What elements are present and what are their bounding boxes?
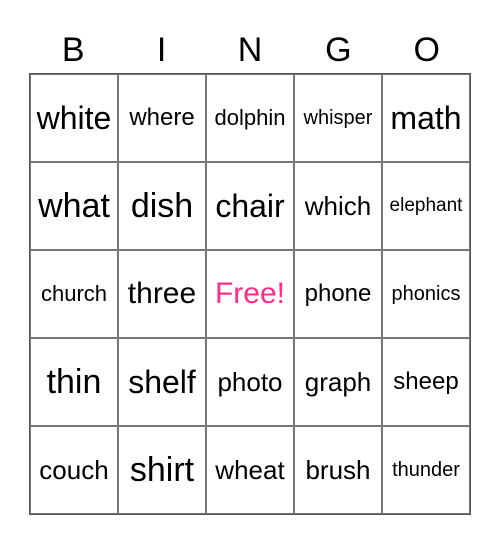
header-letter-n: N [237, 31, 263, 69]
bingo-cell[interactable]: wheat [206, 426, 294, 514]
bingo-cell[interactable]: whisper [294, 74, 382, 162]
bingo-cell[interactable]: thunder [382, 426, 470, 514]
bingo-cell[interactable]: phone [294, 250, 382, 338]
bingo-cell[interactable]: brush [294, 426, 382, 514]
bingo-cell[interactable]: chair [206, 162, 294, 250]
bingo-cell[interactable]: shirt [118, 426, 206, 514]
bingo-cell[interactable]: white [30, 74, 118, 162]
bingo-cell[interactable]: what [30, 162, 118, 250]
bingo-cell[interactable]: couch [30, 426, 118, 514]
bingo-cell[interactable]: photo [206, 338, 294, 426]
free-space-cell[interactable]: Free! [206, 250, 294, 338]
bingo-cell[interactable]: phonics [382, 250, 470, 338]
bingo-cell[interactable]: shelf [118, 338, 206, 426]
bingo-cell[interactable]: math [382, 74, 470, 162]
header-letter-b: B [61, 31, 85, 69]
header-letter-o: O [413, 31, 440, 69]
header-letter-g: G [325, 31, 352, 69]
bingo-cell[interactable]: graph [294, 338, 382, 426]
bingo-cell[interactable]: which [294, 162, 382, 250]
bingo-cell[interactable]: where [118, 74, 206, 162]
header-letter-i: I [156, 31, 167, 69]
bingo-cell[interactable]: sheep [382, 338, 470, 426]
bingo-cell[interactable]: elephant [382, 162, 470, 250]
bingo-header: B I N G O [29, 28, 471, 72]
bingo-cell[interactable]: thin [30, 338, 118, 426]
bingo-cell[interactable]: church [30, 250, 118, 338]
bingo-cell[interactable]: three [118, 250, 206, 338]
bingo-grid: white where dolphin whisper math what dish chai… [29, 73, 471, 515]
bingo-cell[interactable]: dish [118, 162, 206, 250]
bingo-cell[interactable]: dolphin [206, 74, 294, 162]
